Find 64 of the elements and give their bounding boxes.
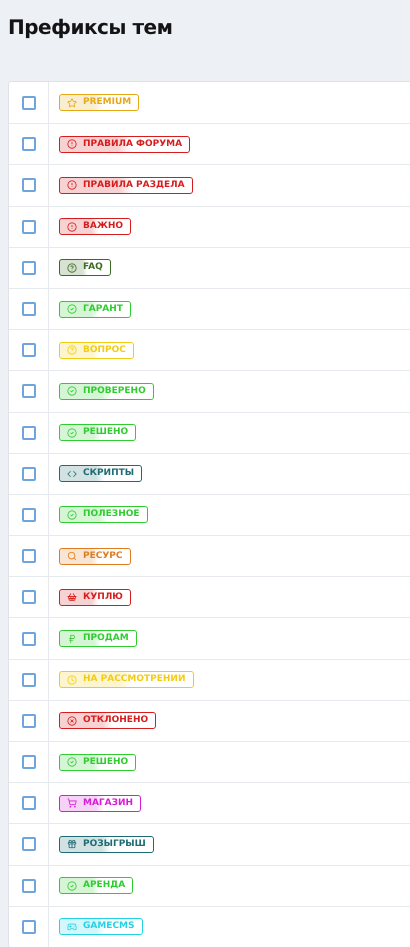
check-circle-icon xyxy=(67,757,77,768)
alert-icon xyxy=(67,222,77,232)
prefix-label[interactable]: GAMECMS xyxy=(59,918,142,936)
page-title: Префиксы тем xyxy=(7,14,174,40)
check-circle-icon xyxy=(67,386,77,396)
prefix-label[interactable]: ПРОДАМ xyxy=(59,630,137,648)
check-circle-icon xyxy=(67,428,77,438)
alert-icon xyxy=(67,180,77,190)
prefix-label[interactable]: АРЕНДА xyxy=(59,877,134,894)
row-checkbox[interactable] xyxy=(22,837,36,852)
prefix-label[interactable]: PREMIUM xyxy=(59,94,140,112)
prefix-label[interactable]: РЕШЕНО xyxy=(59,754,136,771)
prefix-label[interactable]: СКРИПТЫ xyxy=(59,465,142,482)
ruble-icon xyxy=(67,634,77,644)
row-checkbox[interactable] xyxy=(22,590,36,604)
check-circle-icon xyxy=(67,880,77,891)
prefix-label[interactable]: НА РАССМОТРЕНИИ xyxy=(59,671,194,688)
question-icon xyxy=(67,345,77,356)
row-checkbox[interactable] xyxy=(22,384,36,398)
prefix-label[interactable]: МАГАЗИН xyxy=(59,794,142,812)
row-checkbox[interactable] xyxy=(22,466,36,481)
gift-icon xyxy=(67,839,77,850)
prefix-label[interactable]: ПРАВИЛА ФОРУМА xyxy=(59,136,190,153)
prefix-label[interactable]: ПОЛЕЗНОЕ xyxy=(59,506,148,524)
row-checkbox[interactable] xyxy=(22,549,36,564)
code-icon xyxy=(67,468,77,479)
row-checkbox[interactable] xyxy=(22,508,36,522)
x-circle-icon xyxy=(67,716,77,726)
clock-icon xyxy=(67,674,77,685)
gamepad-icon xyxy=(67,922,77,932)
search-icon xyxy=(67,551,77,562)
row-checkbox[interactable] xyxy=(22,796,36,810)
check-circle-icon xyxy=(67,510,77,520)
row-checkbox[interactable] xyxy=(22,260,36,275)
prefix-label[interactable]: КУПЛЮ xyxy=(59,588,131,606)
prefix-label[interactable]: ВОПРОС xyxy=(59,342,134,359)
row-checkbox[interactable] xyxy=(22,137,36,152)
star-icon xyxy=(67,98,77,108)
row-checkbox[interactable] xyxy=(22,755,36,770)
prefix-label[interactable]: FAQ xyxy=(59,259,111,276)
row-checkbox[interactable] xyxy=(22,672,36,687)
row-checkbox[interactable] xyxy=(22,220,36,234)
alert-icon xyxy=(67,139,77,150)
prefix-label[interactable]: ОТКЛОНЕНО xyxy=(59,712,156,730)
row-checkbox[interactable] xyxy=(22,878,36,893)
prefix-label[interactable]: ГАРАНТ xyxy=(59,300,131,318)
row-checkbox[interactable] xyxy=(22,920,36,934)
prefix-label[interactable]: ПРАВИЛА РАЗДЕЛА xyxy=(59,176,193,194)
row-checkbox[interactable] xyxy=(22,178,36,192)
check-circle-icon xyxy=(67,304,77,314)
row-checkbox[interactable] xyxy=(22,426,36,440)
prefix-label[interactable]: РОЗЫГРЫШ xyxy=(59,836,154,853)
cart-icon xyxy=(67,798,77,808)
row-checkbox[interactable] xyxy=(22,632,36,646)
prefix-label[interactable]: РЕСУРС xyxy=(59,548,130,565)
basket-icon xyxy=(67,592,77,602)
row-checkbox[interactable] xyxy=(22,302,36,316)
row-checkbox[interactable] xyxy=(22,714,36,728)
prefix-label[interactable]: ВАЖНО xyxy=(59,218,132,236)
question-icon xyxy=(67,262,77,273)
prefix-label[interactable]: РЕШЕНО xyxy=(59,424,136,442)
prefix-label[interactable]: ПРОВЕРЕНО xyxy=(59,382,154,400)
row-checkbox[interactable] xyxy=(22,96,36,110)
row-checkbox[interactable] xyxy=(22,343,36,358)
